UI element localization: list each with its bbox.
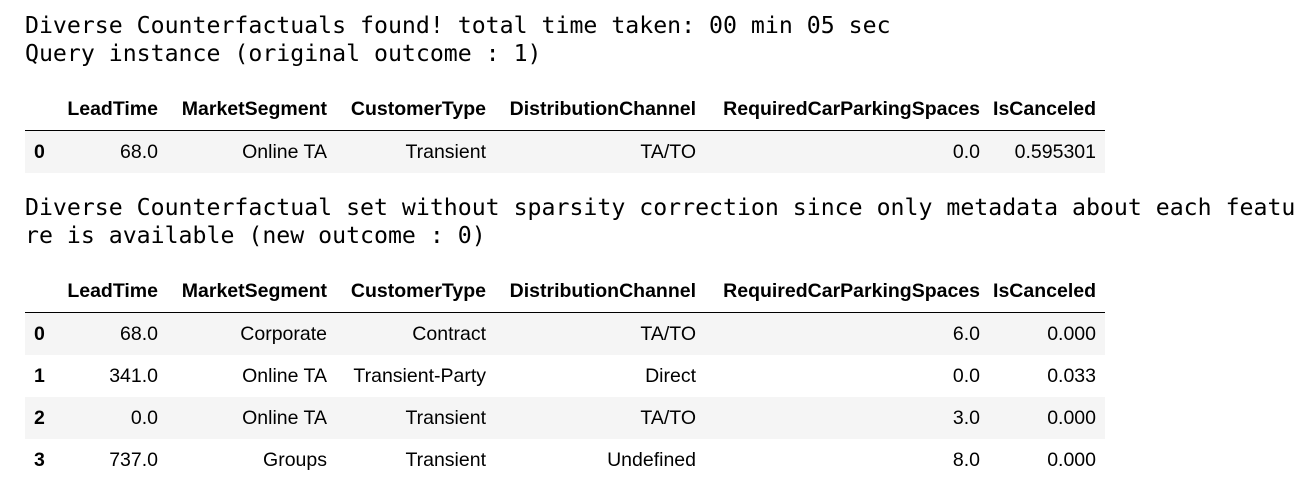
column-header: CustomerType <box>327 270 486 313</box>
table-cell: 0.000 <box>1047 448 1096 471</box>
column-header: DistributionChannel <box>486 88 696 131</box>
table-cell: 6.0 <box>952 322 980 345</box>
table-cell: TA/TO <box>640 140 696 163</box>
column-header: IsCanceled <box>980 88 1105 131</box>
column-header: MarketSegment <box>158 270 327 313</box>
table-row: 0 68.0 Corporate Contract TA/TO 6.0 0.00… <box>25 312 1105 355</box>
table-cell: 68.0 <box>120 140 158 163</box>
table-cell: Corporate <box>240 322 327 345</box>
table-cell: TA/TO <box>640 406 696 429</box>
output-line-cf-1: Diverse Counterfactual set without spars… <box>25 194 1296 221</box>
table-cell: Online TA <box>242 406 327 429</box>
column-header: LeadTime <box>56 88 158 131</box>
column-header: LeadTime <box>56 270 158 313</box>
column-header: RequiredCarParkingSpaces <box>696 88 980 131</box>
row-index: 1 <box>34 364 45 387</box>
counterfactual-table: LeadTime MarketSegment CustomerType Dist… <box>25 270 1105 481</box>
table-cell: Direct <box>645 364 696 387</box>
table-row: 2 0.0 Online TA Transient TA/TO 3.0 0.00… <box>25 397 1105 439</box>
table-cell: 3.0 <box>952 406 980 429</box>
table-cell: Transient <box>405 406 486 429</box>
table-cell: 0.595301 <box>1014 140 1096 163</box>
table-row: 0 68.0 Online TA Transient TA/TO 0.0 0.5… <box>25 130 1105 173</box>
table-cell: 0.0 <box>952 140 980 163</box>
table-cell: 0.0 <box>130 406 158 429</box>
table-header-row: LeadTime MarketSegment CustomerType Dist… <box>25 270 1105 313</box>
table-cell: 0.000 <box>1047 322 1096 345</box>
table-cell: Transient <box>405 448 486 471</box>
row-index: 2 <box>34 406 45 429</box>
table-cell: 737.0 <box>109 448 158 471</box>
table-cell: 0.0 <box>952 364 980 387</box>
table-cell: TA/TO <box>640 322 696 345</box>
table-cell: Online TA <box>242 364 327 387</box>
row-index: 0 <box>34 140 45 163</box>
column-header: RequiredCarParkingSpaces <box>696 270 980 313</box>
row-index: 0 <box>34 322 45 345</box>
table-header-row: LeadTime MarketSegment CustomerType Dist… <box>25 88 1105 131</box>
table-cell: 8.0 <box>952 448 980 471</box>
index-header <box>25 270 56 313</box>
table-cell: 0.033 <box>1047 364 1096 387</box>
table-cell: 341.0 <box>109 364 158 387</box>
query-instance-table: LeadTime MarketSegment CustomerType Dist… <box>25 88 1105 173</box>
table-cell: Contract <box>412 322 486 345</box>
output-line-found: Diverse Counterfactuals found! total tim… <box>25 12 891 39</box>
column-header: IsCanceled <box>980 270 1105 313</box>
table-cell: Online TA <box>242 140 327 163</box>
table-cell: Undefined <box>607 448 696 471</box>
table-cell: 68.0 <box>120 322 158 345</box>
output-line-query: Query instance (original outcome : 1) <box>25 40 542 67</box>
table-row: 1 341.0 Online TA Transient-Party Direct… <box>25 355 1105 397</box>
table-row: 3 737.0 Groups Transient Undefined 8.0 0… <box>25 439 1105 481</box>
column-header: MarketSegment <box>158 88 327 131</box>
column-header: CustomerType <box>327 88 486 131</box>
row-index: 3 <box>34 448 45 471</box>
column-header: DistributionChannel <box>486 270 696 313</box>
index-header <box>25 88 56 131</box>
output-line-cf-2: re is available (new outcome : 0) <box>25 222 486 249</box>
table-cell: Transient <box>405 140 486 163</box>
table-cell: 0.000 <box>1047 406 1096 429</box>
output-text-summary: Diverse Counterfactuals found! total tim… <box>25 12 891 68</box>
output-text-counterfactuals: Diverse Counterfactual set without spars… <box>25 194 1295 250</box>
table-cell: Transient-Party <box>353 364 486 387</box>
table-cell: Groups <box>263 448 327 471</box>
